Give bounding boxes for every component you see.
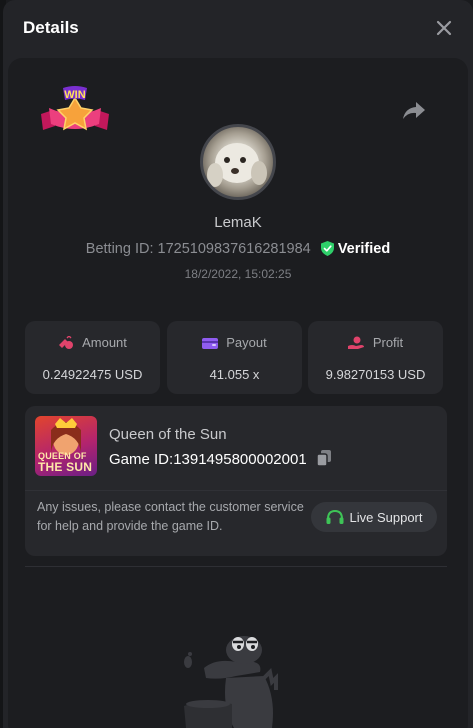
dog-photo-icon: [207, 143, 267, 187]
section-divider: [25, 566, 447, 567]
share-icon: [403, 102, 425, 119]
game-thumbnail-line2: THE SUN: [38, 460, 93, 474]
payout-stat-label: Payout: [226, 335, 267, 350]
hand-coin-icon: [347, 336, 364, 349]
win-badge-text: WIN: [64, 89, 85, 101]
game-thumbnail-title: QUEEN OF THE SUN: [38, 452, 93, 474]
modal-title: Details: [23, 18, 79, 37]
profit-stat-label: Profit: [372, 335, 404, 350]
betting-id-label: Betting ID:: [85, 241, 154, 257]
close-icon: [436, 20, 452, 36]
modal-header: Details: [3, 0, 473, 58]
amount-stat-value: 0.24922475 USD: [42, 367, 143, 382]
details-modal: Details WIN LemaK Betting ID: 1725109837…: [3, 0, 473, 728]
payout-stat-value: 41.055 x: [209, 367, 260, 382]
username: LemaK: [214, 214, 262, 231]
payout-stat-box: Payout 41.055 x: [167, 321, 302, 394]
verified-shield-icon: [320, 241, 334, 256]
coins-icon: [59, 336, 74, 349]
wallet-icon: [202, 338, 219, 349]
profit-stat-box: Profit 9.98270153 USD: [308, 321, 443, 394]
live-support-button[interactable]: Live Support: [311, 502, 437, 532]
live-support-label: Live Support: [349, 509, 423, 525]
crocodile-mascot-icon: [184, 636, 278, 728]
payout-stat-header: Payout: [167, 335, 302, 350]
game-box-divider: [25, 490, 447, 491]
game-name[interactable]: Queen of the Sun: [109, 426, 227, 443]
copy-icon[interactable]: [316, 450, 331, 466]
game-thumbnail[interactable]: QUEEN OF THE SUN: [35, 416, 97, 476]
support-message: Any issues, please contact the customer …: [37, 500, 304, 533]
game-id-value: 1391495800002001: [173, 451, 307, 468]
close-button[interactable]: [433, 17, 455, 39]
share-button[interactable]: [401, 100, 427, 122]
betting-id-value: 1725109837616281984: [157, 241, 311, 257]
verified-label: Verified: [337, 241, 391, 257]
user-avatar: [200, 124, 276, 200]
game-id-label: Game ID:: [109, 451, 174, 468]
amount-stat-label: Amount: [82, 335, 127, 350]
betting-id-row: Betting ID: 1725109837616281984 Verified: [3, 241, 473, 257]
win-badge-icon: WIN: [41, 86, 109, 131]
headset-icon: [326, 509, 343, 524]
game-info-box: QUEEN OF THE SUN Queen of the Sun Game I…: [25, 406, 447, 556]
amount-stat-header: Amount: [25, 335, 160, 350]
bet-timestamp: 18/2/2022, 15:02:25: [184, 267, 292, 281]
game-id-row: Game ID:1391495800002001: [109, 450, 331, 468]
amount-stat-box: Amount 0.24922475 USD: [25, 321, 160, 394]
profit-stat-value: 9.98270153 USD: [325, 367, 426, 382]
profit-stat-header: Profit: [308, 335, 443, 350]
